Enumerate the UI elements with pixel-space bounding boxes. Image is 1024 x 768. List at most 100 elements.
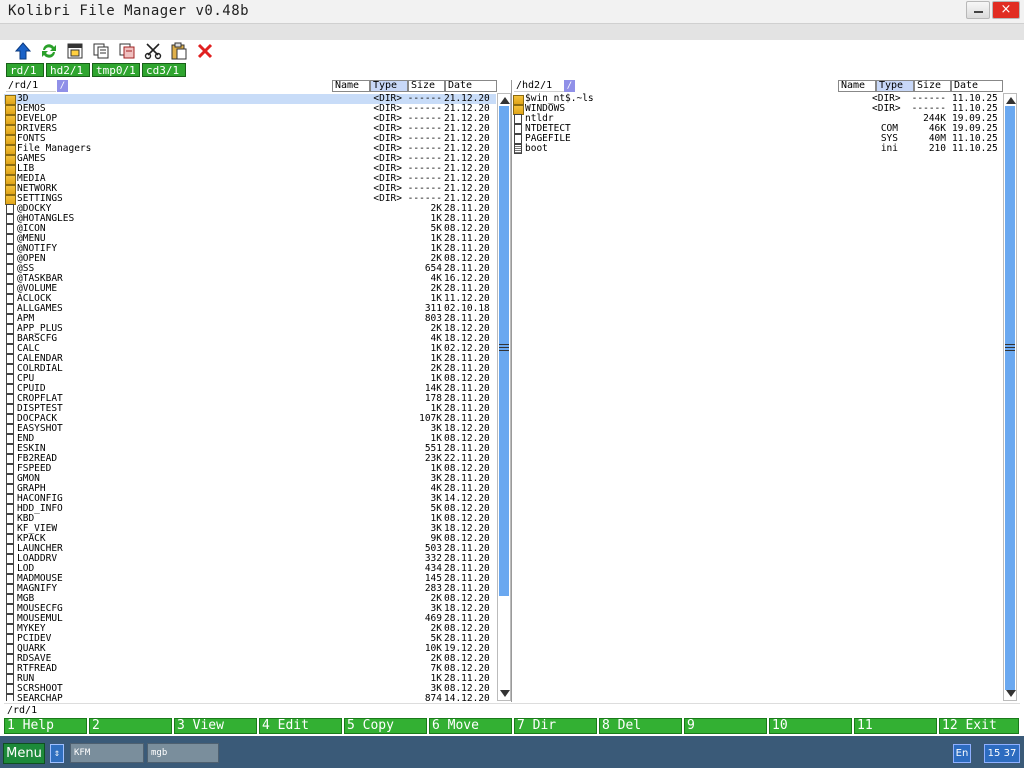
drive-button-hd2[interactable]: hd2/1 (46, 63, 90, 77)
command-line[interactable]: /rd/1 (4, 703, 1020, 717)
left-col-date[interactable]: Date (445, 80, 497, 92)
close-button[interactable]: × (992, 1, 1020, 19)
copy-icon[interactable] (92, 42, 110, 60)
fkey-8[interactable]: 8 Del (599, 718, 682, 734)
fkey-3[interactable]: 3 View (174, 718, 257, 734)
refresh-icon[interactable] (40, 42, 58, 60)
right-col-size[interactable]: Size (914, 80, 951, 92)
scroll-up-icon[interactable] (1006, 97, 1016, 104)
right-root-button[interactable]: / (564, 80, 575, 92)
drive-button-rd[interactable]: rd/1 (6, 63, 44, 77)
minimize-button[interactable] (966, 1, 990, 19)
left-file-list[interactable]: 3D <DIR> ------ 21.12.20 DEMOS <DIR> ------ 21.… (4, 93, 496, 701)
left-scroll-thumb[interactable] (499, 106, 509, 596)
right-path[interactable]: /hd2/1 (514, 80, 564, 92)
right-col-date[interactable]: Date (951, 80, 1003, 92)
fkey-9[interactable]: 9 (684, 718, 767, 734)
file-row[interactable]: ACLOCK 1K 11.12.20 (4, 294, 496, 304)
task-mgb[interactable]: mgb (147, 743, 219, 763)
fkey-4[interactable]: 4 Edit (259, 718, 342, 734)
file-row[interactable]: @TASKBAR 4K 16.12.20 (4, 274, 496, 284)
paste-icon[interactable] (170, 42, 188, 60)
fkey-6[interactable]: 6 Move (429, 718, 512, 734)
fkey-7[interactable]: 7 Dir (514, 718, 597, 734)
file-row[interactable]: MAGNIFY 283 28.11.20 (4, 584, 496, 594)
fkey-5[interactable]: 5 Copy (344, 718, 427, 734)
file-row[interactable]: RUN 1K 28.11.20 (4, 674, 496, 684)
fkey-2[interactable]: 2 (89, 718, 172, 734)
scroll-down-icon[interactable] (500, 690, 510, 697)
file-row[interactable]: PCIDEV 5K 28.11.20 (4, 634, 496, 644)
file-row[interactable]: KF_VIEW 3K 18.12.20 (4, 524, 496, 534)
file-row[interactable]: EASYSHOT 3K 18.12.20 (4, 424, 496, 434)
file-row[interactable]: GRAPH 4K 28.11.20 (4, 484, 496, 494)
file-row[interactable]: @ICON 5K 08.12.20 (4, 224, 496, 234)
file-row[interactable]: SCRSHOOT 3K 08.12.20 (4, 684, 496, 694)
file-row[interactable]: @MENU 1K 28.11.20 (4, 234, 496, 244)
file-row[interactable]: @OPEN 2K 08.12.20 (4, 254, 496, 264)
scroll-up-icon[interactable] (500, 97, 510, 104)
file-row[interactable]: MADMOUSE 145 28.11.20 (4, 574, 496, 584)
file-row[interactable]: APM 803 28.11.20 (4, 314, 496, 324)
left-path[interactable]: /rd/1 (6, 80, 56, 92)
right-scroll-thumb[interactable] (1005, 106, 1015, 690)
file-row[interactable]: RTFREAD 7K 08.12.20 (4, 664, 496, 674)
right-scrollbar[interactable] (1003, 93, 1017, 701)
file-row[interactable]: GMON 3K 28.11.20 (4, 474, 496, 484)
left-scrollbar[interactable] (497, 93, 511, 701)
language-indicator[interactable]: En (953, 744, 971, 763)
right-col-name[interactable]: Name (838, 80, 876, 92)
file-row[interactable]: CPU 1K 08.12.20 (4, 374, 496, 384)
file-row[interactable]: HACONFIG 3K 14.12.20 (4, 494, 496, 504)
file-row[interactable]: SEARCHAP 874 14.12.20 (4, 694, 496, 701)
file-row[interactable]: HDD_INFO 5K 08.12.20 (4, 504, 496, 514)
fkey-12[interactable]: 12 Exit (939, 718, 1019, 734)
file-row[interactable]: RDSAVE 2K 08.12.20 (4, 654, 496, 664)
left-root-button[interactable]: / (57, 80, 68, 92)
file-row[interactable]: LOD 434 28.11.20 (4, 564, 496, 574)
file-row[interactable]: KBD 1K 08.12.20 (4, 514, 496, 524)
menu-button[interactable]: Menu (3, 743, 45, 764)
left-col-type[interactable]: Type (370, 80, 408, 92)
fkey-11[interactable]: 11 (854, 718, 937, 734)
file-row[interactable]: MOUSEMUL 469 28.11.20 (4, 614, 496, 624)
task-switch-button[interactable]: ⇕ (50, 744, 64, 763)
scroll-down-icon[interactable] (1006, 690, 1016, 697)
file-row[interactable]: @NOTIFY 1K 28.11.20 (4, 244, 496, 254)
file-row[interactable]: LAUNCHER 503 28.11.20 (4, 544, 496, 554)
left-col-name[interactable]: Name (332, 80, 370, 92)
file-row[interactable]: CPUID 14K 28.11.20 (4, 384, 496, 394)
file-row[interactable]: DOCPACK 107K 28.11.20 (4, 414, 496, 424)
file-row[interactable]: COLRDIAL 2K 28.11.20 (4, 364, 496, 374)
right-file-list[interactable]: $win_nt$.~ls <DIR> ------ 11.10.25 WINDOWS <D… (512, 93, 1002, 701)
task-kfm[interactable]: KFM (70, 743, 144, 763)
file-row[interactable]: ALLGAMES 311 02.10.18 (4, 304, 496, 314)
clock[interactable]: 15 37 (984, 744, 1020, 763)
file-row[interactable]: CALENDAR 1K 28.11.20 (4, 354, 496, 364)
file-row[interactable]: QUARK 10K 19.12.20 (4, 644, 496, 654)
delete-icon[interactable] (196, 42, 214, 60)
file-row[interactable]: CROPFLAT 178 28.11.20 (4, 394, 496, 404)
drive-button-cd3[interactable]: cd3/1 (142, 63, 186, 77)
file-row[interactable]: LOADDRV 332 28.11.20 (4, 554, 496, 564)
file-row[interactable]: SETTINGS <DIR> ------ 21.12.20 (4, 194, 496, 205)
file-row[interactable]: CALC 1K 02.12.20 (4, 344, 496, 354)
copy-path-icon[interactable] (118, 42, 136, 60)
file-row[interactable]: @DOCKY 2K 28.11.20 (4, 204, 496, 214)
file-row[interactable]: MYKEY 2K 08.12.20 (4, 624, 496, 634)
right-col-type[interactable]: Type (876, 80, 914, 92)
up-arrow-icon[interactable] (14, 42, 32, 60)
file-row[interactable]: @HOTANGLES 1K 28.11.20 (4, 214, 496, 224)
file-row[interactable]: boot ini 210 11.10.25 (512, 144, 1002, 154)
file-row[interactable]: KPACK 9K 08.12.20 (4, 534, 496, 544)
copy-name-icon[interactable] (66, 42, 84, 60)
cut-icon[interactable] (144, 42, 162, 60)
file-row[interactable]: FB2READ 23K 22.11.20 (4, 454, 496, 464)
file-row[interactable]: ESKIN 551 28.11.20 (4, 444, 496, 454)
file-row[interactable]: FSPEED 1K 08.12.20 (4, 464, 496, 474)
file-row[interactable]: MGB 2K 08.12.20 (4, 594, 496, 604)
file-row[interactable]: MOUSECFG 3K 18.12.20 (4, 604, 496, 614)
file-row[interactable]: @VOLUME 2K 28.11.20 (4, 284, 496, 294)
file-row[interactable]: END 1K 08.12.20 (4, 434, 496, 444)
fkey-10[interactable]: 10 (769, 718, 852, 734)
